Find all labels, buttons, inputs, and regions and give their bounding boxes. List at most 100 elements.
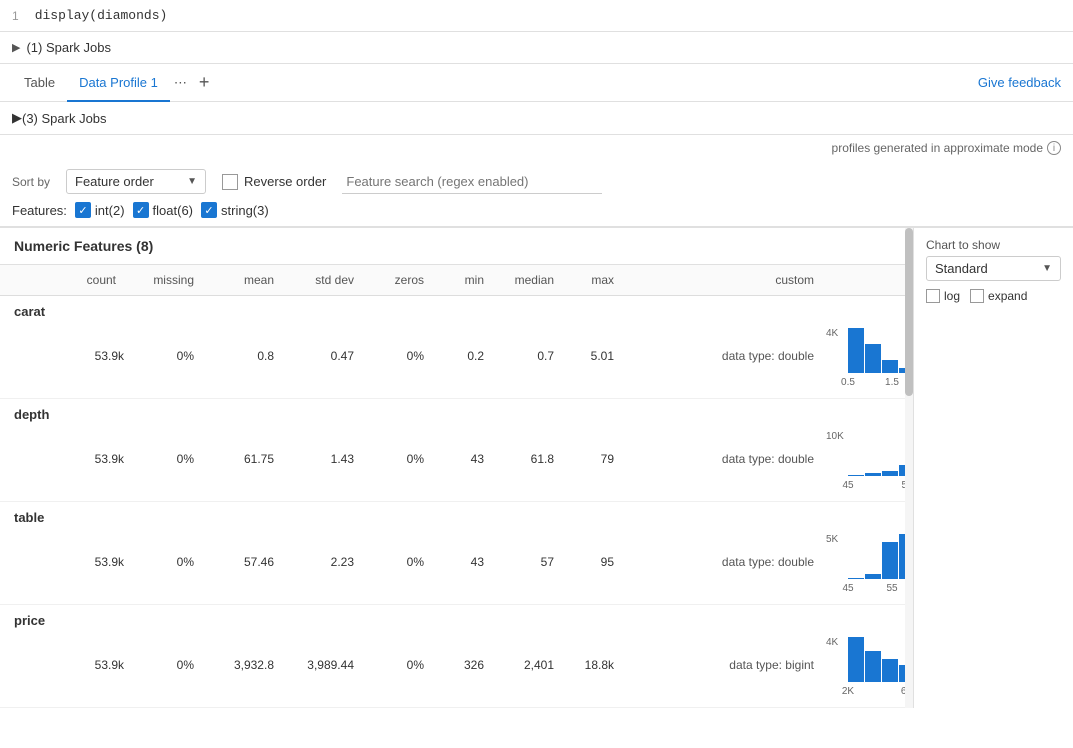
cell-table-2: 57.46 [200,552,280,572]
feature-name-carat: carat [0,296,913,321]
feature-int-checkbox[interactable] [75,202,91,218]
feature-float-check[interactable]: float(6) [133,202,193,218]
reverse-order-checkbox[interactable] [222,174,238,190]
col-stddev: std dev [280,265,360,295]
profiles-note-text: profiles generated in approximate mode [832,141,1043,155]
expand-toggle[interactable]: expand [970,289,1027,303]
tab-table[interactable]: Table [12,65,67,102]
log-label: log [944,289,960,303]
col-min: min [430,265,490,295]
line-number: 1 [12,9,19,23]
cell-carat-1: 0% [130,346,200,366]
expand-checkbox[interactable] [970,289,984,303]
feature-string-checkbox[interactable] [201,202,217,218]
cell-depth-7: 79 [560,449,620,469]
svg-text:45: 45 [842,583,854,594]
cell-depth-6: 61.8 [490,449,560,469]
cell-price-7: 18.8k [560,655,620,675]
cell-depth-1: 0% [130,449,200,469]
spark-jobs-1-row[interactable]: ▶ (1) Spark Jobs [0,32,1073,64]
cell-table-custom: data type: double [620,552,820,572]
code-cell: 1 display(diamonds) [0,0,1073,32]
cell-carat-custom: data type: double [620,346,820,366]
cell-carat-2: 0.8 [200,346,280,366]
svg-text:0.5: 0.5 [841,377,855,388]
col-zeros: zeros [360,265,430,295]
chart-type-chevron: ▼ [1042,263,1052,274]
feature-row-group: depth53.9k0%61.751.430%4361.879data type… [0,399,913,502]
feature-float-checkbox[interactable] [133,202,149,218]
col-missing: missing [130,265,200,295]
col-chart-space [820,265,913,295]
give-feedback-button[interactable]: Give feedback [978,75,1061,90]
feature-rows-container: carat53.9k0%0.80.470%0.20.75.01data type… [0,296,913,708]
cell-depth-chart: 10K45556575 [820,424,913,493]
col-max: max [560,265,620,295]
log-checkbox[interactable] [926,289,940,303]
cell-depth-5: 43 [430,449,490,469]
cell-depth-2: 61.75 [200,449,280,469]
chart-to-show-panel: Chart to show Standard ▼ log expand [913,228,1073,708]
sort-select-chevron: ▼ [187,176,197,187]
svg-text:45: 45 [842,480,854,491]
sort-select[interactable]: Feature order ▼ [66,169,206,194]
feature-row-group: table53.9k0%57.462.230%435795data type: … [0,502,913,605]
reverse-order-label: Reverse order [244,174,326,189]
scrollbar-track[interactable] [905,228,913,708]
feature-data-row-carat: 53.9k0%0.80.470%0.20.75.01data type: dou… [0,321,913,398]
cell-carat-3: 0.47 [280,346,360,366]
feature-name-price: price [0,605,913,630]
col-mean: mean [200,265,280,295]
spark-jobs-1-arrow: ▶ [12,41,20,54]
svg-text:2K: 2K [842,686,855,697]
cell-table-0: 53.9k [0,552,130,572]
feature-name-table: table [0,502,913,527]
feature-string-check[interactable]: string(3) [201,202,269,218]
spark-jobs-2-arrow: ▶ [12,110,22,126]
cell-price-3: 3,989.44 [280,655,360,675]
numeric-features-title: Numeric Features (8) [14,238,153,254]
cell-table-3: 2.23 [280,552,360,572]
spark-jobs-2-label: (3) Spark Jobs [22,111,107,126]
tab-data-profile[interactable]: Data Profile 1 [67,65,170,102]
svg-text:1.5: 1.5 [885,377,899,388]
feature-search-input[interactable] [342,170,602,194]
reverse-order-toggle[interactable]: Reverse order [222,174,326,190]
info-icon[interactable]: i [1047,141,1061,155]
code-content: display(diamonds) [35,8,168,23]
tab-add-button[interactable]: + [195,64,214,101]
svg-text:4K: 4K [826,637,839,648]
cell-table-7: 95 [560,552,620,572]
tabs-bar: Table Data Profile 1 ⋯ + Give feedback [0,64,1073,102]
cell-table-5: 43 [430,552,490,572]
svg-text:5K: 5K [826,534,839,545]
cell-price-1: 0% [130,655,200,675]
svg-text:10K: 10K [826,431,844,442]
cell-table-1: 0% [130,552,200,572]
cell-depth-0: 53.9k [0,449,130,469]
feature-data-row-price: 53.9k0%3,932.83,989.440%3262,40118.8kdat… [0,630,913,707]
feature-row-group: carat53.9k0%0.80.470%0.20.75.01data type… [0,296,913,399]
spark-jobs-2-row[interactable]: ▶ (3) Spark Jobs [0,102,1073,135]
feature-data-row-depth: 53.9k0%61.751.430%4361.879data type: dou… [0,424,913,501]
chart-type-select[interactable]: Standard ▼ [926,256,1061,281]
profiles-note: profiles generated in approximate mode i [0,135,1073,161]
scrollbar-thumb[interactable] [905,228,913,396]
cell-carat-7: 5.01 [560,346,620,366]
feature-float-label: float(6) [153,203,193,218]
col-median: median [490,265,560,295]
feature-row-group: price53.9k0%3,932.83,989.440%3262,40118.… [0,605,913,708]
cell-price-2: 3,932.8 [200,655,280,675]
cell-price-5: 326 [430,655,490,675]
feature-int-check[interactable]: int(2) [75,202,125,218]
log-toggle[interactable]: log [926,289,960,303]
cell-price-0: 53.9k [0,655,130,675]
feature-data-row-table: 53.9k0%57.462.230%435795data type: doubl… [0,527,913,604]
feature-string-label: string(3) [221,203,269,218]
log-expand-row: log expand [926,289,1061,303]
expand-label: expand [988,289,1027,303]
tab-dots[interactable]: ⋯ [170,67,191,99]
spark-jobs-1-label: (1) Spark Jobs [26,40,111,55]
cell-price-custom: data type: bigint [620,655,820,675]
cell-carat-chart: 4K0.51.52.53.54.5 [820,321,913,390]
